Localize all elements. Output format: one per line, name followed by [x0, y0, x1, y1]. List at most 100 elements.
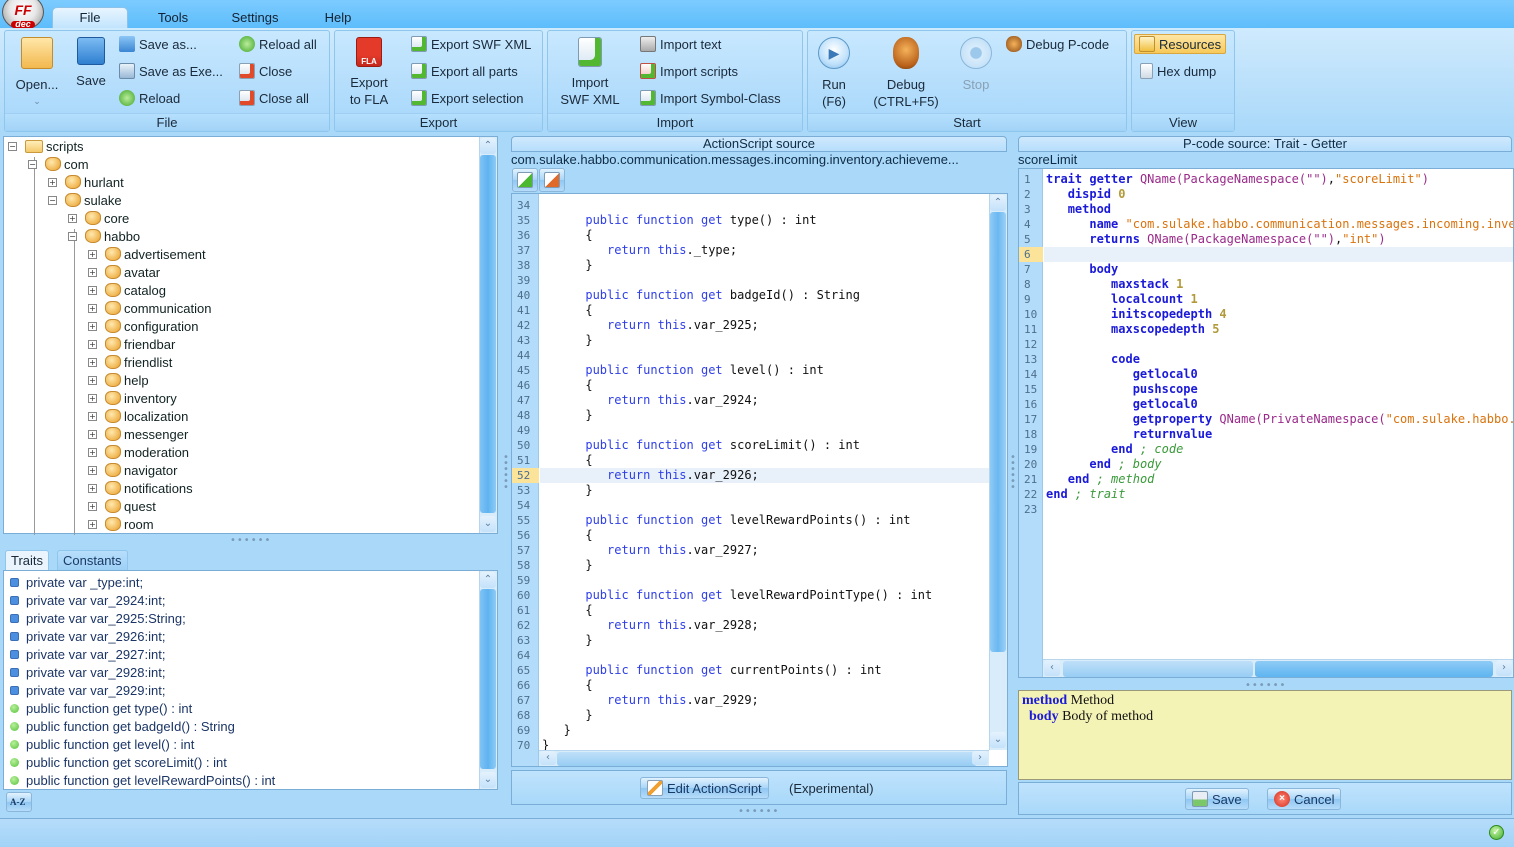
import-scripts-button[interactable]: Import scripts	[640, 63, 738, 79]
expand-icon[interactable]: +	[88, 519, 97, 529]
scroll-up-icon[interactable]: ⌃	[990, 195, 1006, 211]
reload-button[interactable]: Reload	[119, 90, 180, 106]
expand-icon[interactable]: +	[88, 267, 97, 277]
tree-node[interactable]: + notifications	[88, 479, 193, 497]
menu-tab-settings[interactable]: Settings	[225, 8, 285, 28]
debug-pcode-button[interactable]: Debug P-code	[1006, 36, 1109, 52]
expand-icon[interactable]: +	[88, 339, 97, 349]
scroll-right-icon[interactable]: ›	[1496, 660, 1512, 676]
trait-item[interactable]: public function get type() : int	[10, 699, 192, 717]
expand-icon[interactable]: +	[88, 303, 97, 313]
splitter-grip[interactable]: ••••••	[1010, 453, 1016, 493]
close-all-button[interactable]: Close all	[239, 90, 309, 106]
tree-node[interactable]: + room	[88, 515, 154, 533]
hex-dump-button[interactable]: Hex dump	[1140, 63, 1216, 79]
save-file-button[interactable]: Save	[71, 37, 111, 88]
tree-node[interactable]: + help	[88, 371, 149, 389]
pcode-hscrollbar[interactable]: ‹ ›	[1043, 659, 1513, 677]
save-as-button[interactable]: Save as...	[119, 36, 197, 52]
expand-icon[interactable]: +	[88, 321, 97, 331]
pcode-hscroll-thumb[interactable]	[1063, 661, 1253, 677]
tree-node[interactable]: + quest	[88, 497, 156, 515]
trait-item[interactable]: private var var_2924:int;	[10, 591, 165, 609]
trait-item[interactable]: private var var_2926:int;	[10, 627, 165, 645]
resources-button[interactable]: Resources	[1134, 34, 1227, 54]
trait-item[interactable]: public function get levelRewardPoints() …	[10, 771, 275, 789]
trait-item[interactable]: private var var_2927:int;	[10, 645, 165, 663]
tree-node[interactable]: + localization	[88, 407, 188, 425]
tree-node[interactable]: − scripts	[8, 137, 84, 155]
as-hscroll-thumb[interactable]	[557, 752, 977, 766]
expand-icon[interactable]: +	[88, 357, 97, 367]
expand-icon[interactable]: +	[88, 411, 97, 421]
collapse-icon[interactable]: −	[8, 141, 17, 151]
scroll-left-icon[interactable]: ‹	[540, 751, 556, 765]
menu-tab-tools[interactable]: Tools	[150, 8, 196, 28]
reload-all-button[interactable]: Reload all	[239, 36, 317, 52]
trait-item[interactable]: private var var_2925:String;	[10, 609, 186, 627]
tab-constants[interactable]: Constants	[57, 550, 128, 570]
edit-actionscript-button[interactable]: Edit ActionScript	[640, 777, 769, 799]
tab-traits[interactable]: Traits	[5, 550, 50, 570]
app-logo[interactable]: FF dec	[2, 0, 44, 30]
tree-scroll-thumb[interactable]	[480, 155, 496, 513]
close-button[interactable]: Close	[239, 63, 292, 79]
expand-icon[interactable]: +	[88, 483, 97, 493]
scroll-down-icon[interactable]: ⌄	[480, 516, 496, 532]
import-text-button[interactable]: Import text	[640, 36, 721, 52]
add-tag-button[interactable]	[512, 168, 538, 192]
tree-node[interactable]: + catalog	[88, 281, 166, 299]
expand-icon[interactable]: +	[68, 213, 77, 223]
trait-item[interactable]: private var var_2929:int;	[10, 681, 165, 699]
save-pcode-button[interactable]: Save	[1185, 788, 1249, 810]
import-symbol-class-button[interactable]: Import Symbol-Class	[640, 90, 781, 106]
tree-node[interactable]: + core	[68, 209, 129, 227]
tree-node[interactable]: − habbo	[68, 227, 140, 245]
tree-node[interactable]: + hurlant	[48, 173, 124, 191]
trait-item[interactable]: public function get badgeId() : String	[10, 717, 235, 735]
scroll-left-icon[interactable]: ‹	[1044, 660, 1060, 676]
trait-item[interactable]: public function get level() : int	[10, 735, 194, 753]
expand-icon[interactable]: +	[88, 249, 97, 259]
expand-icon[interactable]: +	[88, 447, 97, 457]
export-to-fla-button[interactable]: FLA Export to FLA	[339, 37, 399, 107]
traits-list[interactable]: private var _type:int; private var var_29…	[3, 570, 498, 790]
stop-button[interactable]: Stop	[958, 37, 994, 92]
menu-tab-file[interactable]: File	[52, 7, 128, 29]
run-button[interactable]: ▶ Run (F6)	[816, 37, 852, 109]
scroll-down-icon[interactable]: ⌄	[480, 772, 496, 788]
splitter-grip[interactable]: ••••••	[503, 453, 509, 493]
pcode-editor[interactable]: 1 trait getter QName(PackageNamespace("")…	[1018, 168, 1514, 678]
splitter-grip[interactable]: ••••••	[738, 806, 779, 817]
expand-icon[interactable]: +	[48, 177, 57, 187]
scroll-up-icon[interactable]: ⌃	[480, 138, 496, 154]
scroll-up-icon[interactable]: ⌃	[480, 572, 496, 588]
as-hscrollbar[interactable]: ‹ ›	[539, 750, 989, 766]
collapse-icon[interactable]: −	[68, 231, 77, 241]
collapse-icon[interactable]: −	[48, 195, 57, 205]
tree-node[interactable]: + advertisement	[88, 245, 206, 263]
actionscript-editor[interactable]: 34 35 public function get type() : int 36 …	[511, 193, 1008, 767]
tree-node[interactable]: + friendbar	[88, 335, 175, 353]
trait-item[interactable]: public function get scoreLimit() : int	[10, 753, 227, 771]
scroll-right-icon[interactable]: ›	[972, 751, 988, 765]
sort-alphabetically-button[interactable]: A-Z	[6, 792, 32, 812]
tree-node[interactable]: + messenger	[88, 425, 188, 443]
expand-icon[interactable]: +	[88, 429, 97, 439]
expand-icon[interactable]: +	[88, 393, 97, 403]
debug-button[interactable]: Debug (CTRL+F5)	[868, 37, 944, 109]
as-scroll-thumb[interactable]	[990, 212, 1006, 652]
traits-scroll-thumb[interactable]	[480, 589, 496, 769]
tree-node[interactable]: + moderation	[88, 443, 189, 461]
import-swf-xml-button[interactable]: Import SWF XML	[554, 37, 626, 107]
collapse-icon[interactable]: −	[28, 159, 37, 169]
tree-node[interactable]: + communication	[88, 299, 211, 317]
tree-node[interactable]: + friendlist	[88, 353, 172, 371]
export-all-parts-button[interactable]: Export all parts	[411, 63, 518, 79]
trait-item[interactable]: private var _type:int;	[10, 573, 143, 591]
export-swf-xml-button[interactable]: Export SWF XML	[411, 36, 531, 52]
tree-node[interactable]: − com	[28, 155, 89, 173]
splitter-grip[interactable]: ••••••	[230, 535, 271, 546]
expand-icon[interactable]: +	[88, 465, 97, 475]
scroll-down-icon[interactable]: ⌄	[990, 732, 1006, 748]
